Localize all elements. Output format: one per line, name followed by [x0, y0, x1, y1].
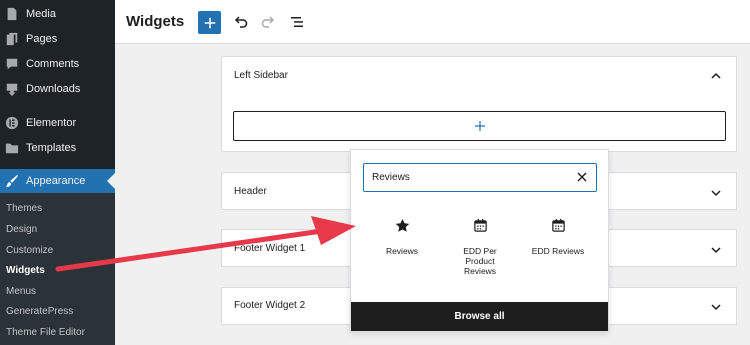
menu-item-elementor[interactable]: Elementor	[0, 111, 115, 135]
media-icon	[4, 6, 20, 22]
widget-area-left-sidebar: Left Sidebar	[221, 56, 737, 152]
page-title: Widgets	[126, 13, 185, 30]
list-view-icon	[291, 17, 303, 27]
block-result-label: Reviews	[385, 246, 419, 256]
block-result-label: EDD Reviews	[531, 246, 585, 256]
plus-icon	[204, 17, 215, 28]
menu-item-label: Appearance	[26, 175, 86, 187]
block-result-reviews[interactable]: Reviews	[362, 215, 442, 256]
pages-icon	[4, 31, 20, 47]
menu-item-pages[interactable]: Pages	[0, 27, 115, 51]
undo-button[interactable]	[231, 12, 251, 32]
star-icon	[395, 218, 409, 232]
menu-item-appearance[interactable]: Appearance	[0, 169, 115, 193]
folder-icon	[4, 140, 20, 156]
appearance-submenu: Themes Design Customize Widgets Menus Ge…	[0, 193, 115, 345]
submenu-item-generatepress[interactable]: GeneratePress	[6, 306, 73, 317]
widget-area-title[interactable]: Left Sidebar	[234, 70, 288, 81]
block-result-edd-reviews[interactable]: EDD Reviews	[518, 215, 598, 256]
menu-item-media[interactable]: Media	[0, 2, 115, 26]
redo-icon	[261, 16, 275, 28]
menu-item-templates[interactable]: Templates	[0, 136, 115, 160]
block-appender-button[interactable]	[233, 111, 726, 141]
chevron-down-icon[interactable]	[710, 187, 722, 199]
submenu-item-menus[interactable]: Menus	[6, 286, 36, 297]
redo-button[interactable]	[258, 12, 278, 32]
editor-header: Widgets	[115, 0, 750, 44]
menu-item-label: Media	[26, 8, 56, 20]
chevron-down-icon[interactable]	[710, 244, 722, 256]
chevron-down-icon[interactable]	[710, 301, 722, 313]
block-result-label: EDD Per Product Reviews	[440, 246, 520, 276]
widget-area-title: Footer Widget 1	[234, 243, 306, 254]
submenu-item-design[interactable]: Design	[6, 224, 37, 235]
admin-sidebar: Media Pages Comments Downloads Elementor…	[0, 0, 115, 345]
search-input-value: Reviews	[372, 172, 410, 183]
chevron-up-icon[interactable]	[710, 70, 722, 82]
calendar-icon	[473, 218, 487, 232]
submenu-item-themes[interactable]: Themes	[6, 203, 42, 214]
submenu-item-customize[interactable]: Customize	[6, 245, 53, 256]
download-icon	[4, 81, 20, 97]
submenu-item-widgets[interactable]: Widgets	[6, 265, 45, 276]
browse-all-button[interactable]: Browse all	[351, 302, 608, 331]
list-view-button[interactable]	[287, 12, 307, 32]
block-inserter-popover: Reviews Reviews EDD Per Product Reviews …	[350, 149, 609, 332]
widget-area-title: Footer Widget 2	[234, 300, 306, 311]
menu-item-comments[interactable]: Comments	[0, 52, 115, 76]
menu-item-label: Downloads	[26, 83, 81, 95]
plus-icon	[474, 121, 485, 131]
close-icon[interactable]	[577, 172, 587, 182]
menu-item-label: Comments	[26, 58, 80, 70]
label-line: EDD Per	[463, 246, 497, 256]
block-result-edd-per-product-reviews[interactable]: EDD Per Product Reviews	[440, 215, 520, 276]
menu-item-label: Elementor	[26, 117, 77, 129]
widget-area-title: Header	[234, 186, 267, 197]
menu-item-label: Pages	[26, 33, 58, 45]
label-line: Reviews	[463, 266, 497, 276]
calendar-icon	[551, 218, 565, 232]
comments-icon	[4, 56, 20, 72]
menu-item-downloads[interactable]: Downloads	[0, 77, 115, 101]
label-line: Product	[465, 256, 495, 266]
submenu-item-theme-file-editor[interactable]: Theme File Editor	[6, 327, 85, 338]
block-search-input[interactable]: Reviews	[363, 163, 597, 192]
add-block-toggle-button[interactable]	[198, 11, 221, 34]
undo-icon	[234, 16, 248, 28]
brush-icon	[4, 173, 20, 189]
menu-item-label: Templates	[26, 142, 77, 154]
elementor-icon	[4, 115, 20, 131]
